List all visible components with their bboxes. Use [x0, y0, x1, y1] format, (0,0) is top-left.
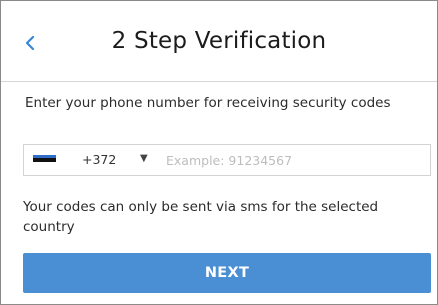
caret-down-icon: ▼ [140, 153, 148, 164]
verification-dialog: 2 Step Verification Enter your phone num… [0, 0, 438, 305]
next-button[interactable]: NEXT [23, 253, 431, 293]
country-code-select[interactable]: +372 ▼ [24, 145, 164, 175]
dial-code: +372 [82, 152, 117, 167]
estonia-flag-icon [33, 155, 56, 165]
phone-number-input[interactable] [164, 145, 430, 175]
sms-note-text: Your codes can only be sent via sms for … [23, 199, 379, 235]
instruction-text: Enter your phone number for receiving se… [25, 95, 391, 111]
page-title: 2 Step Verification [111, 28, 327, 54]
phone-number-field: +372 ▼ [23, 144, 431, 176]
dialog-header: 2 Step Verification [1, 1, 437, 82]
